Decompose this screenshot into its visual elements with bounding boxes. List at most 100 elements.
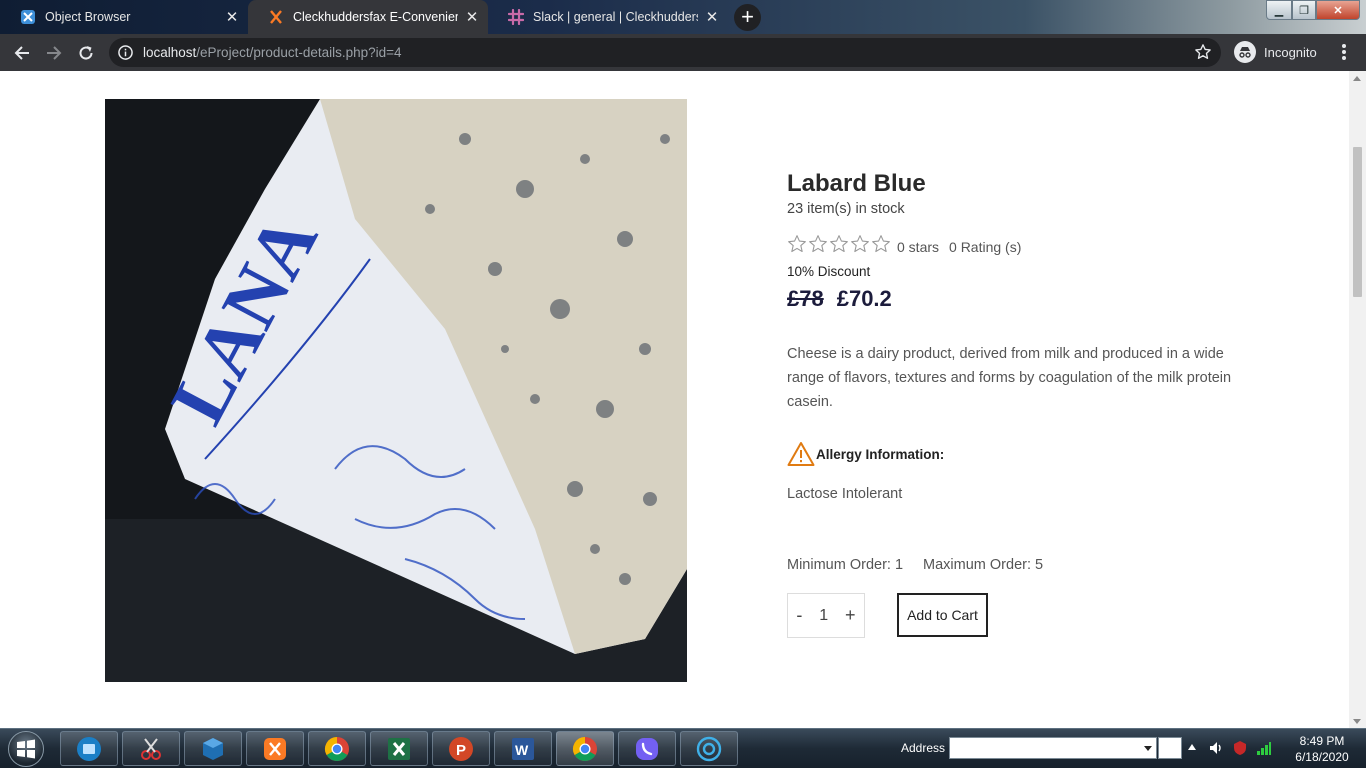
taskbar: P W Address 8:49 PM 6/18/2020 — [0, 728, 1366, 768]
max-order: Maximum Order: 5 — [923, 557, 1044, 573]
tab-cleckhuddersfax[interactable]: Cleckhuddersfax E-Convenient St ✕ — [248, 0, 488, 34]
back-button[interactable] — [7, 38, 37, 68]
info-icon[interactable] — [118, 45, 133, 60]
svg-text:W: W — [515, 742, 529, 758]
minimize-button[interactable]: ▁ — [1266, 0, 1292, 20]
new-tab-button[interactable]: + — [734, 4, 761, 31]
excel-icon — [384, 734, 414, 764]
close-window-button[interactable]: ✕ — [1316, 0, 1360, 20]
new-price: £70.2 — [836, 286, 892, 311]
taskbar-word[interactable]: W — [494, 731, 552, 766]
word-icon: W — [508, 734, 538, 764]
decrement-button[interactable]: - — [796, 605, 802, 626]
maximize-button[interactable]: ❐ — [1292, 0, 1316, 20]
scroll-up-arrow[interactable] — [1353, 76, 1361, 81]
allergy-heading: Allergy Information: — [787, 441, 944, 467]
tab-slack[interactable]: Slack | general | Cleckhuddersfax ✕ — [488, 0, 728, 34]
scroll-down-arrow[interactable] — [1353, 719, 1361, 724]
empty-star-icon[interactable] — [829, 234, 849, 254]
url-text[interactable]: localhost/eProject/product-details.php?i… — [143, 45, 402, 60]
xampp-icon — [260, 734, 290, 764]
start-button[interactable] — [8, 731, 44, 767]
order-limits: Minimum Order: 1 Maximum Order: 5 — [787, 557, 1043, 573]
chrome-icon — [322, 734, 352, 764]
url-path: /eProject/product-details.php?id=4 — [196, 45, 402, 60]
svg-text:P: P — [456, 742, 466, 759]
powerpoint-icon: P — [446, 734, 476, 764]
star-rating[interactable] — [787, 234, 892, 254]
discount-label: 10% Discount — [787, 264, 871, 279]
taskbar-excel[interactable] — [370, 731, 428, 766]
empty-star-icon[interactable] — [808, 234, 828, 254]
empty-star-icon[interactable] — [850, 234, 870, 254]
chevron-down-icon[interactable] — [1144, 746, 1152, 751]
forward-arrow-icon — [47, 46, 62, 60]
clock-time: 8:49 PM — [1299, 734, 1345, 748]
virtualbox-icon — [198, 734, 228, 764]
clock-date: 6/18/2020 — [1295, 750, 1349, 764]
taskbar-xampp[interactable] — [246, 731, 304, 766]
back-arrow-icon — [14, 46, 29, 60]
chrome-icon — [570, 734, 600, 764]
close-tab-icon[interactable]: ✕ — [464, 8, 480, 26]
incognito-indicator[interactable]: Incognito — [1234, 40, 1317, 64]
quantity-stepper: - 1 + — [787, 593, 865, 638]
stars-count: 0 stars — [897, 239, 940, 255]
warning-icon — [787, 442, 815, 466]
product-description: Cheese is a dairy product, derived from … — [787, 346, 1232, 410]
old-price: £78 — [787, 286, 824, 311]
price: £78 £70.2 — [787, 286, 892, 312]
reload-icon — [79, 46, 93, 60]
close-tab-icon[interactable]: ✕ — [224, 8, 240, 26]
tab-title: Slack | general | Cleckhuddersfax — [533, 10, 698, 24]
system-clock[interactable]: 8:49 PM 6/18/2020 — [1286, 733, 1358, 765]
viber-icon — [632, 734, 662, 764]
taskbar-app[interactable] — [680, 731, 738, 766]
file-explorer-icon — [74, 734, 104, 764]
object-browser-icon — [20, 9, 36, 25]
tab-title: Object Browser — [45, 10, 131, 24]
empty-star-icon[interactable] — [787, 234, 807, 254]
address-bar[interactable]: localhost/eProject/product-details.php?i… — [109, 38, 1221, 67]
product-image: LANA — [105, 99, 687, 682]
url-host: localhost — [143, 45, 197, 60]
security-shield-icon[interactable] — [1232, 740, 1248, 756]
taskbar-powerpoint[interactable]: P — [432, 731, 490, 766]
quantity-value[interactable]: 1 — [819, 607, 828, 625]
min-order: Minimum Order: 1 — [787, 557, 904, 573]
taskbar-chrome[interactable] — [308, 731, 366, 766]
taskbar-virtualbox[interactable] — [184, 731, 242, 766]
taskbar-snipping-tool[interactable] — [122, 731, 180, 766]
window-controls: ▁ ❐ ✕ — [1266, 0, 1360, 20]
app-icon — [694, 734, 724, 764]
tab-title: Cleckhuddersfax E-Convenient St — [293, 10, 458, 24]
forward-button[interactable] — [39, 38, 69, 68]
taskbar-chrome-active[interactable] — [556, 731, 614, 766]
browser-menu-icon[interactable] — [1336, 42, 1352, 62]
browser-tab-strip: Object Browser ✕ Cleckhuddersfax E-Conve… — [0, 0, 1366, 34]
tab-object-browser[interactable]: Object Browser ✕ — [0, 0, 248, 34]
scroll-thumb[interactable] — [1353, 147, 1362, 297]
increment-button[interactable]: + — [845, 605, 856, 626]
allergy-label: Allergy Information: — [816, 446, 945, 462]
incognito-label: Incognito — [1264, 44, 1317, 60]
taskbar-file-explorer[interactable] — [60, 731, 118, 766]
page-viewport: LANA Labard Blue 23 item(s) in stock 0 s… — [0, 71, 1349, 728]
address-toolbar-input[interactable] — [949, 737, 1157, 759]
add-to-cart-button[interactable]: Add to Cart — [897, 593, 988, 637]
close-tab-icon[interactable]: ✕ — [704, 8, 720, 26]
bookmark-star-icon[interactable] — [1194, 43, 1212, 61]
incognito-icon — [1234, 41, 1256, 63]
address-go-button[interactable] — [1158, 737, 1182, 759]
address-toolbar-label: Address — [901, 741, 946, 755]
product-title: Labard Blue — [787, 170, 926, 197]
xampp-icon — [268, 9, 284, 25]
reload-button[interactable] — [71, 38, 101, 68]
volume-icon[interactable] — [1208, 740, 1224, 756]
empty-star-icon[interactable] — [871, 234, 891, 254]
taskbar-viber[interactable] — [618, 731, 676, 766]
network-icon[interactable] — [1256, 740, 1272, 756]
show-hidden-icons-icon[interactable] — [1188, 744, 1196, 750]
rating-count: 0 Rating (s) — [949, 239, 1022, 255]
page-scrollbar[interactable] — [1349, 71, 1366, 728]
